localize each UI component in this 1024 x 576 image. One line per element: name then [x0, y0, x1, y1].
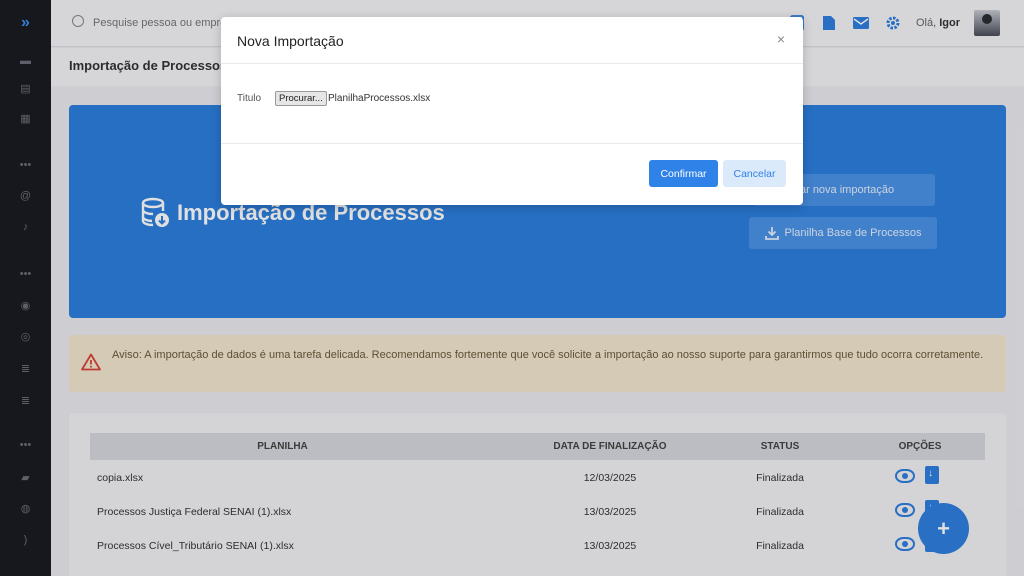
modal-divider	[221, 63, 803, 64]
file-field-label: Titulo	[237, 93, 262, 104]
close-icon[interactable]: ×	[773, 31, 789, 47]
confirm-button[interactable]: Confirmar	[649, 160, 718, 187]
modal-divider-footer	[221, 143, 803, 144]
browse-file-button[interactable]: Procurar...	[275, 91, 327, 106]
selected-file-name: PlanilhaProcessos.xlsx	[328, 93, 431, 104]
cancel-button[interactable]: Cancelar	[723, 160, 786, 187]
new-import-modal: Nova Importação × Titulo Procurar... Pla…	[221, 17, 803, 205]
modal-title: Nova Importação	[237, 33, 344, 49]
